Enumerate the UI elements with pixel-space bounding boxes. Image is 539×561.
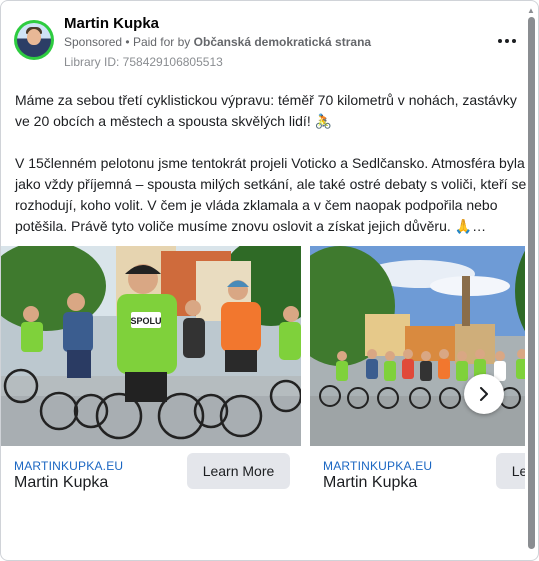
learn-more-button[interactable]: Learn More: [187, 453, 290, 489]
post-paragraph-2: V 15členném pelotonu jsme tentokrát proj…: [15, 155, 527, 234]
profile-avatar[interactable]: [14, 20, 54, 60]
carousel-next-button[interactable]: [464, 374, 504, 414]
scroll-thumb[interactable]: [528, 17, 535, 549]
scroll-down-icon[interactable]: ▼: [527, 537, 535, 546]
carousel-image-1[interactable]: SPOLU: [1, 246, 301, 446]
avatar-face: [27, 29, 41, 45]
library-id: Library ID: 758429106805513: [64, 55, 223, 69]
separator-dot: •: [125, 35, 130, 49]
shirt-text: SPOLU: [130, 316, 161, 326]
carousel-card-1[interactable]: SPOLU MARTINKUPKA.EU Martin Kupka Learn …: [1, 246, 301, 506]
paid-for-prefix: Paid for by: [132, 35, 191, 49]
more-options-button[interactable]: [493, 29, 521, 53]
sponsored-line: Sponsored • Paid for by Občanská demokra…: [64, 35, 371, 49]
card-domain: MARTINKUPKA.EU: [323, 459, 433, 473]
paid-for-by-name: Občanská demokratická strana: [193, 35, 372, 49]
card-title[interactable]: Martin Kupka: [323, 474, 417, 492]
learn-more-button[interactable]: Learn More: [496, 453, 525, 489]
page-name[interactable]: Martin Kupka: [64, 15, 159, 32]
post-paragraph-1: Máme za sebou třetí cyklistickou výpravu…: [15, 92, 517, 129]
carousel-image-2[interactable]: [310, 246, 525, 446]
scroll-up-icon[interactable]: ▲: [527, 6, 535, 15]
ad-card: Martin Kupka Sponsored • Paid for by Obč…: [0, 0, 539, 561]
sponsored-label: Sponsored: [64, 35, 123, 49]
card-domain: MARTINKUPKA.EU: [14, 459, 124, 473]
card-title[interactable]: Martin Kupka: [14, 474, 108, 492]
more-horizontal-icon: [498, 39, 516, 43]
chevron-right-icon: [480, 387, 488, 401]
ad-carousel: SPOLU MARTINKUPKA.EU Martin Kupka Learn …: [1, 246, 525, 506]
post-body: Máme za sebou třetí cyklistickou výpravu…: [15, 90, 530, 237]
avatar-photo: [17, 23, 51, 57]
